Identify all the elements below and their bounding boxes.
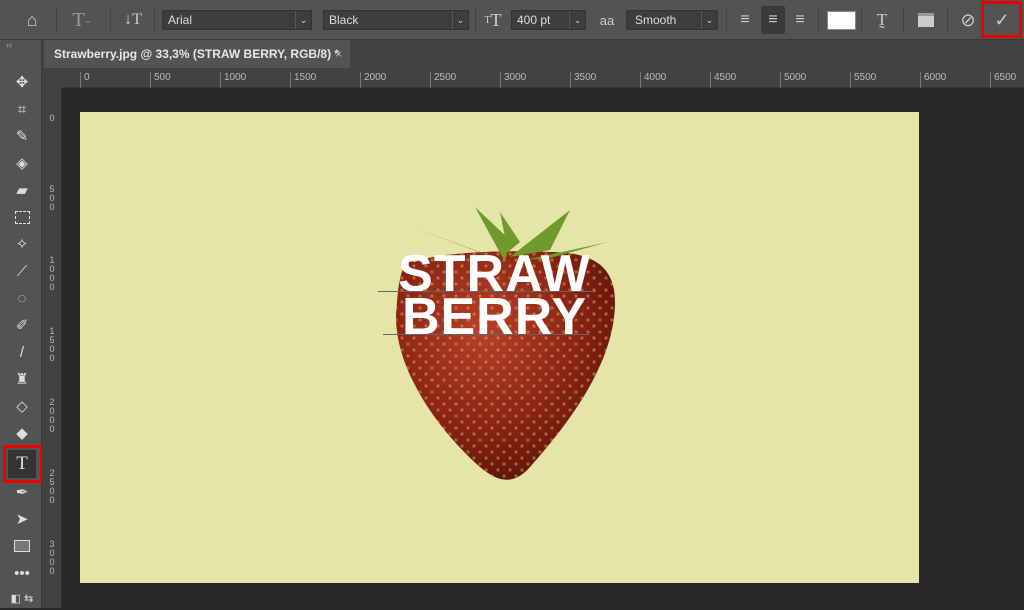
brush-tool-icon[interactable]: ⟋ (9, 259, 35, 283)
rectangle-tool-icon[interactable] (9, 534, 35, 558)
home-icon[interactable]: ⌂ (18, 6, 46, 34)
font-family-value: Arial (168, 13, 193, 27)
align-right-icon[interactable]: ≡ (789, 6, 811, 34)
clone-stamp-tool-icon[interactable]: ♜ (9, 367, 35, 391)
ruler-tick-label: 4000 (640, 72, 666, 88)
move-tool-icon[interactable]: ✥ (9, 70, 35, 94)
chevron-down-icon: ⌄ (452, 11, 468, 29)
toggle-text-orientation-icon[interactable]: ↓T (118, 6, 148, 34)
text-color-swatch[interactable] (827, 11, 856, 30)
antialias-select[interactable]: Smooth ⌄ (626, 10, 718, 30)
marquee-tool-icon[interactable] (9, 205, 35, 229)
align-center-icon[interactable]: ≡ (761, 6, 785, 34)
eyedropper-tool-icon[interactable]: ✎ (9, 124, 35, 148)
divider (903, 8, 904, 32)
healing-brush-tool-icon[interactable]: ▰ (9, 178, 35, 202)
ruler-tick-label: 1500 (49, 326, 55, 363)
ruler-tick-label: 2000 (49, 397, 55, 434)
highlight-type-tool (3, 445, 43, 483)
document-canvas[interactable]: STRAW BERRY (80, 112, 919, 583)
ruler-tick-label: 1000 (49, 255, 55, 292)
font-style-select[interactable]: Black ⌄ (323, 10, 469, 30)
highlight-commit (981, 1, 1022, 38)
horizontal-ruler[interactable]: 0 500 1000 1500 2000 2500 3000 3500 4000 4500 5000… (62, 68, 1024, 88)
ruler-tick-label: 2500 (430, 72, 456, 88)
more-tools-icon[interactable]: ••• (9, 561, 35, 585)
crop-tool-icon[interactable]: ⌗ (9, 97, 35, 121)
antialias-icon: aa (599, 12, 615, 28)
document-tab-bar: Strawberry.jpg @ 33,3% (STRAW BERRY, RGB… (42, 40, 1024, 68)
chevron-down-icon: ⌄ (701, 11, 717, 29)
document-tab[interactable]: Strawberry.jpg @ 33,3% (STRAW BERRY, RGB… (44, 40, 350, 68)
ruler-tick-label: 3000 (49, 539, 55, 576)
tools-panel: ›› ✥ ⌗ ✎ ◈ ▰ ✧ ⟋ ◌ ✐ / ♜ ◇ ◆ T ✒ ➤ ••• ◧… (0, 40, 43, 610)
ruler-tick-label: 6500 (990, 72, 1016, 88)
ruler-tick-label: 2000 (360, 72, 386, 88)
antialias-value: Smooth (635, 13, 677, 27)
ruler-tick-label: 1000 (220, 72, 246, 88)
ruler-tick-label: 1500 (290, 72, 316, 88)
divider (56, 8, 57, 32)
ruler-tick-label: 0 (49, 113, 55, 123)
font-style-value: Black (329, 13, 359, 27)
ruler-tick-label: 3000 (500, 72, 526, 88)
ruler-tick-label: 4500 (710, 72, 736, 88)
ruler-tick-label: 3500 (570, 72, 596, 88)
chevron-down-icon: ⌄ (569, 11, 585, 29)
warp-text-icon[interactable]: T̰ (868, 6, 896, 34)
font-size-select[interactable]: 400 pt ⌄ (511, 10, 586, 30)
options-bar: ⌂ T ⌄ ↓T Arial ⌄ Black ⌄ TT 400 pt ⌄ aa Smoo… (0, 0, 1024, 40)
paint-bucket-tool-icon[interactable]: ◈ (9, 151, 35, 175)
quick-selection-tool-icon[interactable]: ◌ (9, 286, 35, 310)
ruler-tick-label: 500 (49, 184, 55, 212)
divider (726, 8, 727, 32)
font-family-select[interactable]: Arial ⌄ (162, 10, 312, 30)
font-size-icon: TT (484, 9, 502, 30)
cancel-icon[interactable]: ⊘ (955, 6, 981, 34)
font-size-value: 400 pt (517, 13, 551, 27)
ruler-tick-label: 6000 (920, 72, 946, 88)
ruler-tick-label: 5000 (780, 72, 806, 88)
divider (861, 8, 862, 32)
divider (110, 8, 111, 32)
strawberry-image (396, 207, 615, 480)
ruler-tick-label: 5500 (850, 72, 876, 88)
swap-colors-icon[interactable]: ◧ ⇆ (9, 586, 35, 610)
lasso-tool-icon[interactable]: ✧ (9, 232, 35, 256)
divider (947, 8, 948, 32)
eraser-tool-icon[interactable]: ◇ (9, 394, 35, 418)
ruler-tick-label: 0 (80, 72, 90, 88)
document-tab-title: Strawberry.jpg @ 33,3% (STRAW BERRY, RGB… (54, 47, 340, 61)
tool-preset-type-icon[interactable]: T ⌄ (62, 6, 102, 34)
ruler-corner (42, 68, 62, 88)
ruler-tick-label: 500 (150, 72, 171, 88)
character-panel-icon[interactable] (912, 6, 940, 34)
collapse-panel-button[interactable]: ›› (6, 40, 12, 50)
divider (475, 8, 476, 32)
chevron-down-icon: ⌄ (295, 11, 311, 29)
vertical-ruler[interactable]: 0 500 1000 1500 2000 2500 3000 (42, 88, 62, 608)
divider (818, 8, 819, 32)
close-icon[interactable]: × (335, 40, 342, 68)
pen-tool-icon[interactable]: ✒ (9, 480, 35, 504)
fill-tool-icon[interactable]: ◆ (9, 421, 35, 445)
align-left-icon[interactable]: ≡ (734, 6, 756, 34)
color-sampler-tool-icon[interactable]: ✐ (9, 313, 35, 337)
paintbrush-tool-icon[interactable]: / (9, 340, 35, 364)
ruler-tick-label: 2500 (49, 468, 55, 505)
text-baseline (383, 334, 589, 335)
path-selection-tool-icon[interactable]: ➤ (9, 507, 35, 531)
divider (154, 8, 155, 32)
